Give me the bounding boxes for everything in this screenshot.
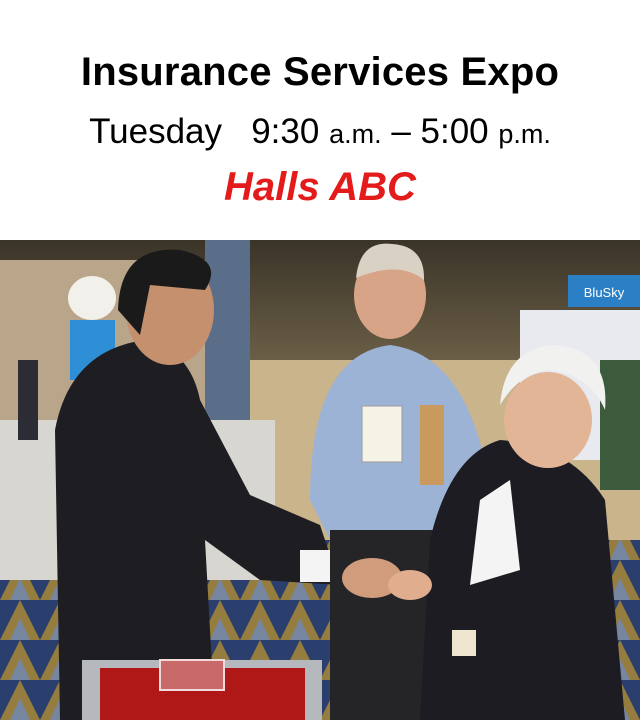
card-deck — [159, 659, 225, 691]
booth-banner — [205, 240, 250, 420]
event-venue: Halls ABC — [224, 165, 416, 209]
name-badge — [361, 405, 403, 463]
start-time: 9:30 — [251, 112, 320, 151]
event-day: Tuesday — [89, 112, 223, 151]
event-header: Insurance Services Expo Tuesday 9:30 a.m… — [0, 0, 640, 240]
woman-hand — [388, 570, 432, 600]
end-time: 5:00 — [420, 112, 489, 151]
right-booth-panel — [600, 360, 640, 490]
folded-paper — [420, 405, 444, 485]
woman-badge — [452, 630, 476, 656]
woman-face — [504, 372, 592, 468]
time-dash: – — [391, 112, 411, 151]
event-schedule: Tuesday 9:30 a.m. – 5:00 p.m. — [0, 112, 640, 152]
booth-sign-text: BluSky — [584, 285, 625, 300]
event-title: Insurance Services Expo — [80, 50, 560, 94]
expo-photo: BluSky — [0, 240, 640, 720]
start-suffix: a.m. — [329, 119, 382, 149]
background-attendee — [18, 360, 38, 440]
end-suffix: p.m. — [498, 119, 551, 149]
globe-lamp — [68, 276, 116, 320]
expo-photo-illustration: BluSky — [0, 240, 640, 720]
